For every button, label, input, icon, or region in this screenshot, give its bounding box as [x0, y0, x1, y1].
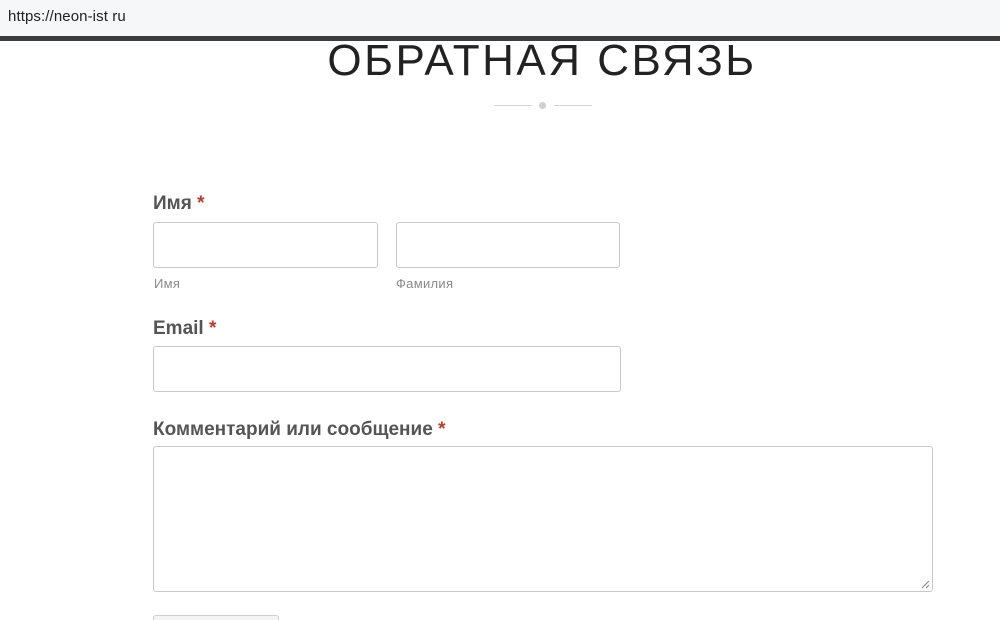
comment-label: Комментарий или сообщение * — [153, 419, 445, 441]
browser-address-bar[interactable]: https://neon-ist ru — [0, 0, 1000, 37]
last-name-sublabel: Фамилия — [396, 276, 454, 291]
comment-label-text: Комментарий или сообщение — [153, 419, 433, 440]
divider-line-right — [554, 105, 592, 106]
url-text[interactable]: https://neon-ist ru — [8, 8, 126, 25]
name-required-mark: * — [197, 193, 205, 214]
submit-button[interactable] — [153, 615, 279, 620]
divider-line-left — [494, 105, 532, 106]
title-divider — [494, 101, 592, 111]
email-required-mark: * — [208, 318, 217, 339]
name-label-text: Имя — [153, 193, 192, 214]
divider-dot — [539, 102, 546, 109]
first-name-input[interactable] — [153, 222, 378, 268]
name-label: Имя * — [153, 193, 205, 215]
first-name-sublabel: Имя — [154, 276, 181, 291]
email-label-text: Email — [153, 318, 204, 339]
comment-textarea[interactable] — [153, 446, 933, 592]
last-name-input[interactable] — [396, 222, 620, 268]
email-label: Email * — [153, 318, 216, 340]
comment-required-mark: * — [438, 419, 446, 440]
page: https://neon-ist ru ОБРАТНАЯ СВЯЗЬ Имя *… — [0, 0, 1000, 620]
email-input[interactable] — [153, 346, 621, 392]
page-title: ОБРАТНАЯ СВЯЗЬ — [327, 36, 757, 85]
resize-grip-icon[interactable] — [920, 579, 930, 589]
